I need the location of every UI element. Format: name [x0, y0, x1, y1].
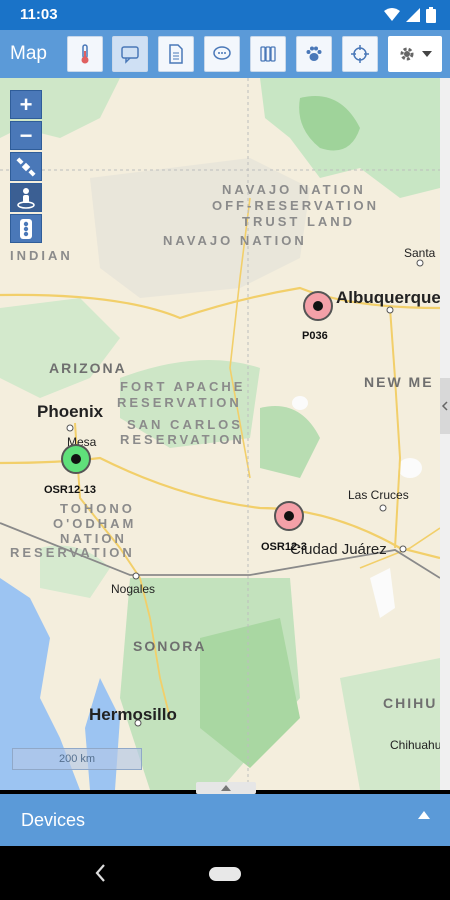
satellite-button[interactable] — [10, 152, 42, 181]
region-label: RESERVATION — [10, 545, 135, 560]
toolbar: Map — [0, 30, 450, 78]
thermometer-icon — [81, 44, 89, 64]
zoom-in-button[interactable]: + — [10, 90, 42, 119]
traffic-light-icon — [20, 218, 32, 239]
traffic-button[interactable] — [10, 214, 42, 243]
zoom-out-button[interactable]: − — [10, 121, 42, 150]
marker-dot — [313, 301, 323, 311]
region-label: TOHONO — [60, 501, 135, 516]
region-label: TRUST LAND — [242, 214, 356, 229]
state-label: ARIZONA — [49, 360, 127, 376]
paw-button[interactable] — [296, 36, 332, 72]
region-label: NAVAJO NATION — [163, 233, 307, 248]
state-label: NEW ME — [364, 374, 434, 390]
scrollbar-handle[interactable] — [440, 378, 450, 434]
map-view[interactable]: + − NAVAJO NATION OFF-RESERVATION TRUST … — [0, 78, 440, 790]
page-title: Map — [10, 43, 47, 64]
gear-icon — [400, 47, 414, 61]
devices-panel-header[interactable]: Devices — [0, 794, 450, 846]
device-marker[interactable] — [274, 501, 304, 531]
crosshair-button[interactable] — [342, 36, 378, 72]
panel-drag-handle[interactable] — [196, 782, 256, 794]
system-nav-bar — [0, 846, 450, 900]
chevron-up-icon — [221, 785, 231, 791]
city-label: Albuquerque — [336, 288, 440, 307]
region-label: NAVAJO NATION — [222, 182, 366, 197]
chevron-down-icon — [422, 51, 432, 57]
device-marker[interactable] — [61, 444, 91, 474]
status-bar: 11:03 — [0, 0, 450, 30]
columns-button[interactable] — [250, 36, 286, 72]
marker-label: P036 — [302, 330, 328, 342]
marker-label: OSR12-3 — [261, 541, 307, 553]
settings-dropdown[interactable] — [388, 36, 442, 72]
chevron-up-icon — [418, 811, 430, 819]
city-label: Las Cruces — [348, 488, 409, 502]
region-label: INDIAN — [10, 248, 73, 263]
satellite-icon — [16, 156, 36, 177]
region-label: SAN CARLOS — [127, 417, 243, 432]
map-controls: + − — [10, 90, 42, 245]
city-label: Hermosillo — [89, 705, 177, 724]
city-label: Phoenix — [37, 402, 104, 421]
person-icon — [17, 187, 35, 209]
message-icon — [213, 46, 231, 60]
battery-icon — [426, 7, 436, 23]
document-button[interactable] — [158, 36, 194, 72]
crosshair-icon — [351, 45, 369, 63]
map-scrollbar[interactable] — [440, 78, 450, 790]
state-label: SONORA — [133, 638, 207, 654]
status-icons — [384, 7, 436, 23]
message-button[interactable] — [204, 36, 240, 72]
status-time: 11:03 — [20, 6, 58, 23]
devices-label: Devices — [21, 810, 86, 830]
document-icon — [169, 44, 183, 64]
chevron-left-icon — [441, 401, 448, 411]
marker-dot — [284, 511, 294, 521]
city-label: Chihuahua — [390, 738, 440, 752]
street-view-button[interactable] — [10, 183, 42, 212]
paw-icon — [306, 46, 322, 61]
thermometer-button[interactable] — [67, 36, 103, 72]
state-label: CHIHU — [383, 695, 438, 711]
map-scale: 200 km — [12, 748, 142, 770]
region-label: O'ODHAM — [53, 516, 137, 531]
columns-icon — [260, 46, 276, 62]
back-icon[interactable] — [94, 863, 106, 883]
city-label: Nogales — [111, 582, 156, 596]
region-label: NATION — [60, 531, 127, 546]
home-pill[interactable] — [209, 867, 241, 881]
city-label: Santa — [404, 246, 436, 260]
marker-dot — [71, 454, 81, 464]
chat-icon — [121, 46, 139, 64]
wifi-icon — [384, 8, 400, 21]
region-label: RESERVATION — [120, 432, 245, 447]
chat-button[interactable] — [112, 36, 148, 72]
region-label: RESERVATION — [117, 395, 242, 410]
device-marker[interactable] — [303, 291, 333, 321]
region-label: OFF-RESERVATION — [212, 198, 380, 213]
marker-label: OSR12-13 — [44, 484, 96, 496]
region-label: FORT APACHE — [120, 379, 246, 394]
signal-icon — [406, 8, 420, 22]
